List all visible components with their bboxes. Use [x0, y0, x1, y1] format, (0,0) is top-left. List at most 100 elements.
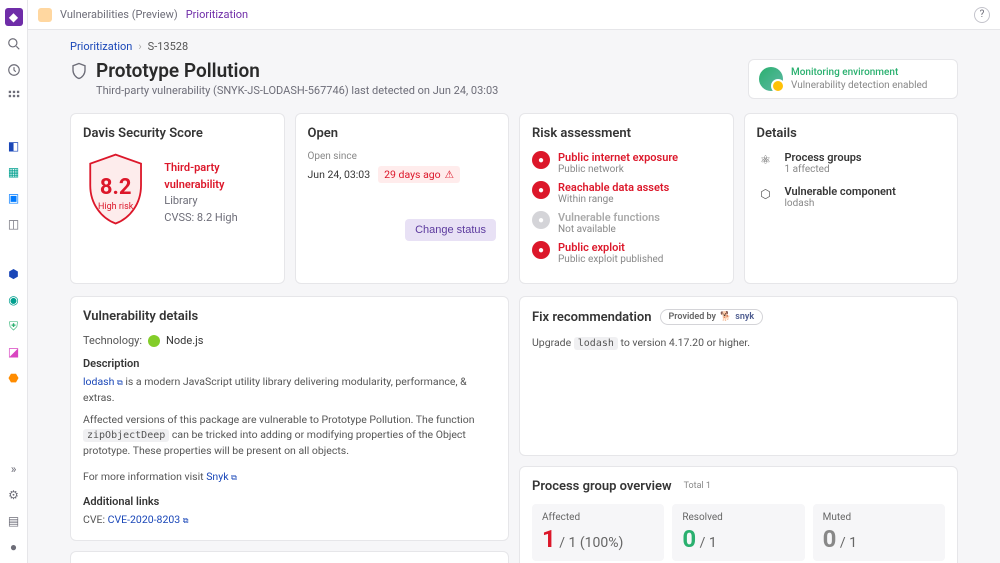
top-bar: Vulnerabilities (Preview) Prioritization… [28, 0, 1000, 30]
score-value: 8.2 [100, 175, 132, 200]
open-card: Open Open since Jun 24, 03:03 29 days ag… [295, 113, 510, 284]
risk-item-sub: Not available [558, 224, 660, 235]
risk-item-sub: Public network [558, 164, 678, 175]
risk-item-sub: Public exploit published [558, 254, 663, 265]
expand-icon[interactable]: » [6, 461, 22, 477]
nav-icon-5[interactable]: ⬢ [6, 266, 22, 282]
stat-affected: Affected 1 / 1 (100%) [532, 504, 664, 561]
process-groups-icon: ⚛ [757, 151, 775, 169]
snyk-link[interactable]: Snyk ⧉ [206, 470, 237, 483]
change-status-button[interactable]: Change status [405, 219, 496, 241]
description-head: Description [83, 357, 496, 370]
risk-item: ● Reachable data assets Within range [532, 181, 721, 205]
fix-title: Fix recommendation [532, 310, 652, 325]
pgo-title-row: Process group overview Total 1 [532, 479, 945, 494]
risk-item-icon: ● [532, 151, 550, 169]
external-link-icon: ⧉ [231, 473, 237, 482]
open-ago-pill: 29 days ago ⚠ [378, 166, 460, 183]
details-vc-sub: lodash [785, 198, 896, 209]
nav-icon-3[interactable]: ▣ [6, 190, 22, 206]
details-title: Details [757, 126, 946, 141]
risk-item-title: Reachable data assets [558, 181, 669, 194]
fix-code: lodash [574, 337, 618, 350]
vuln-chip-icon [38, 8, 52, 22]
risk-item-sub: Within range [558, 194, 669, 205]
search-icon[interactable] [6, 36, 22, 52]
pgo-total: Total 1 [684, 481, 711, 491]
fix-card: Fix recommendation Provided by 🐕 snyk Up… [519, 296, 958, 456]
nav-icon-9[interactable]: ⬣ [6, 370, 22, 386]
nodejs-icon [148, 335, 160, 347]
page-title: Prototype Pollution [96, 59, 260, 82]
shield-icon [70, 62, 88, 80]
crumb-prioritization[interactable]: Prioritization [186, 8, 248, 21]
tech-value: Node.js [166, 334, 203, 347]
fix-title-row: Fix recommendation Provided by 🐕 snyk [532, 309, 945, 325]
open-since-label: Open since [308, 151, 497, 162]
user-icon[interactable]: ● [6, 539, 22, 555]
nav-icon-2[interactable]: ▦ [6, 164, 22, 180]
left-sidebar: ◆ ◧ ▦ ▣ ◫ ⬢ ◉ ⛨ ◪ ⬣ » ⚙ ▤ ● [0, 0, 28, 563]
external-link-icon: ⧉ [183, 516, 189, 525]
nav-icon-8[interactable]: ◪ [6, 344, 22, 360]
risk-item-title: Vulnerable functions [558, 211, 660, 224]
desc1: is a modern JavaScript utility library d… [83, 375, 467, 404]
crumb-vulnerabilities[interactable]: Vulnerabilities (Preview) [60, 8, 178, 21]
stat-resolved: Resolved 0 / 1 [672, 504, 804, 561]
env-avatar-icon [759, 67, 783, 91]
fix-text2: to version 4.17.20 or higher. [618, 336, 750, 349]
addl-links-head: Additional links [83, 495, 496, 508]
cve-link[interactable]: CVE-2020-8203 ⧉ [108, 513, 189, 526]
apps-icon[interactable] [6, 88, 22, 104]
score-label: High risk [98, 202, 133, 212]
breadcrumb-current: S-13528 [148, 40, 188, 53]
open-date: Jun 24, 03:03 [308, 168, 371, 181]
score-shield: 8.2 High risk [83, 151, 148, 235]
breadcrumb-top: Vulnerabilities (Preview) Prioritization [60, 8, 248, 21]
logo-icon[interactable]: ◆ [5, 8, 23, 26]
warning-icon: ⚠ [445, 168, 454, 181]
breadcrumb-link[interactable]: Prioritization [70, 40, 132, 53]
davis-title: Davis Security Score [83, 126, 272, 141]
details-pg-sub: 1 affected [785, 164, 862, 175]
risk-item: ● Vulnerable functions Not available [532, 211, 721, 235]
page-title-block: Prototype Pollution Third-party vulnerab… [70, 59, 498, 97]
nav-icon-1[interactable]: ◧ [6, 138, 22, 154]
desc2code: zipObjectDeep [83, 429, 169, 442]
settings-icon[interactable]: ⚙ [6, 487, 22, 503]
nav-icon-6[interactable]: ◉ [6, 292, 22, 308]
davis-score-card: Davis Security Score 8.2 High risk Third… [70, 113, 285, 284]
page-subtitle: Third-party vulnerability (SNYK-JS-LODAS… [96, 84, 498, 97]
fix-text1: Upgrade [532, 336, 574, 349]
details-pg-title: Process groups [785, 151, 862, 164]
env-status-line1: Monitoring environment [791, 66, 927, 79]
davis-line2: Library [164, 193, 271, 210]
risk-item-icon: ● [532, 181, 550, 199]
vuln-details-card: Vulnerability details Technology: Node.j… [70, 296, 509, 541]
calc-card: Davis Security Score calculation ⛨ 8.2 H… [70, 551, 509, 563]
risk-item-title: Public internet exposure [558, 151, 678, 164]
risk-item: ● Public exploit Public exploit publishe… [532, 241, 721, 265]
nav-icon-7[interactable]: ⛨ [6, 318, 22, 334]
shortcuts-icon[interactable]: ▤ [6, 513, 22, 529]
env-status-line2: Vulnerability detection enabled [791, 79, 927, 92]
desc2a: Affected versions of this package are vu… [83, 413, 475, 426]
stat-muted: Muted 0 / 1 [813, 504, 945, 561]
more-info-text: For more information visit [83, 470, 206, 483]
tech-label: Technology: [83, 334, 142, 347]
risk-item-icon: ● [532, 211, 550, 229]
env-status-card[interactable]: Monitoring environment Vulnerability det… [748, 59, 958, 99]
davis-line1: Third-party vulnerability [164, 160, 271, 193]
risk-item: ● Public internet exposure Public networ… [532, 151, 721, 175]
nav-icon-4[interactable]: ◫ [6, 216, 22, 232]
vuln-details-title: Vulnerability details [83, 309, 496, 324]
davis-line3: CVSS: 8.2 High [164, 210, 271, 227]
risk-item-icon: ● [532, 241, 550, 259]
risk-card: Risk assessment ● Public internet exposu… [519, 113, 734, 284]
details-vc-title: Vulnerable component [785, 185, 896, 198]
lodash-link[interactable]: lodash ⧉ [83, 375, 123, 388]
pgo-title: Process group overview [532, 479, 672, 494]
breadcrumb-sep: › [138, 40, 141, 53]
dashboard-icon[interactable] [6, 62, 22, 78]
help-icon[interactable]: ? [974, 7, 990, 23]
